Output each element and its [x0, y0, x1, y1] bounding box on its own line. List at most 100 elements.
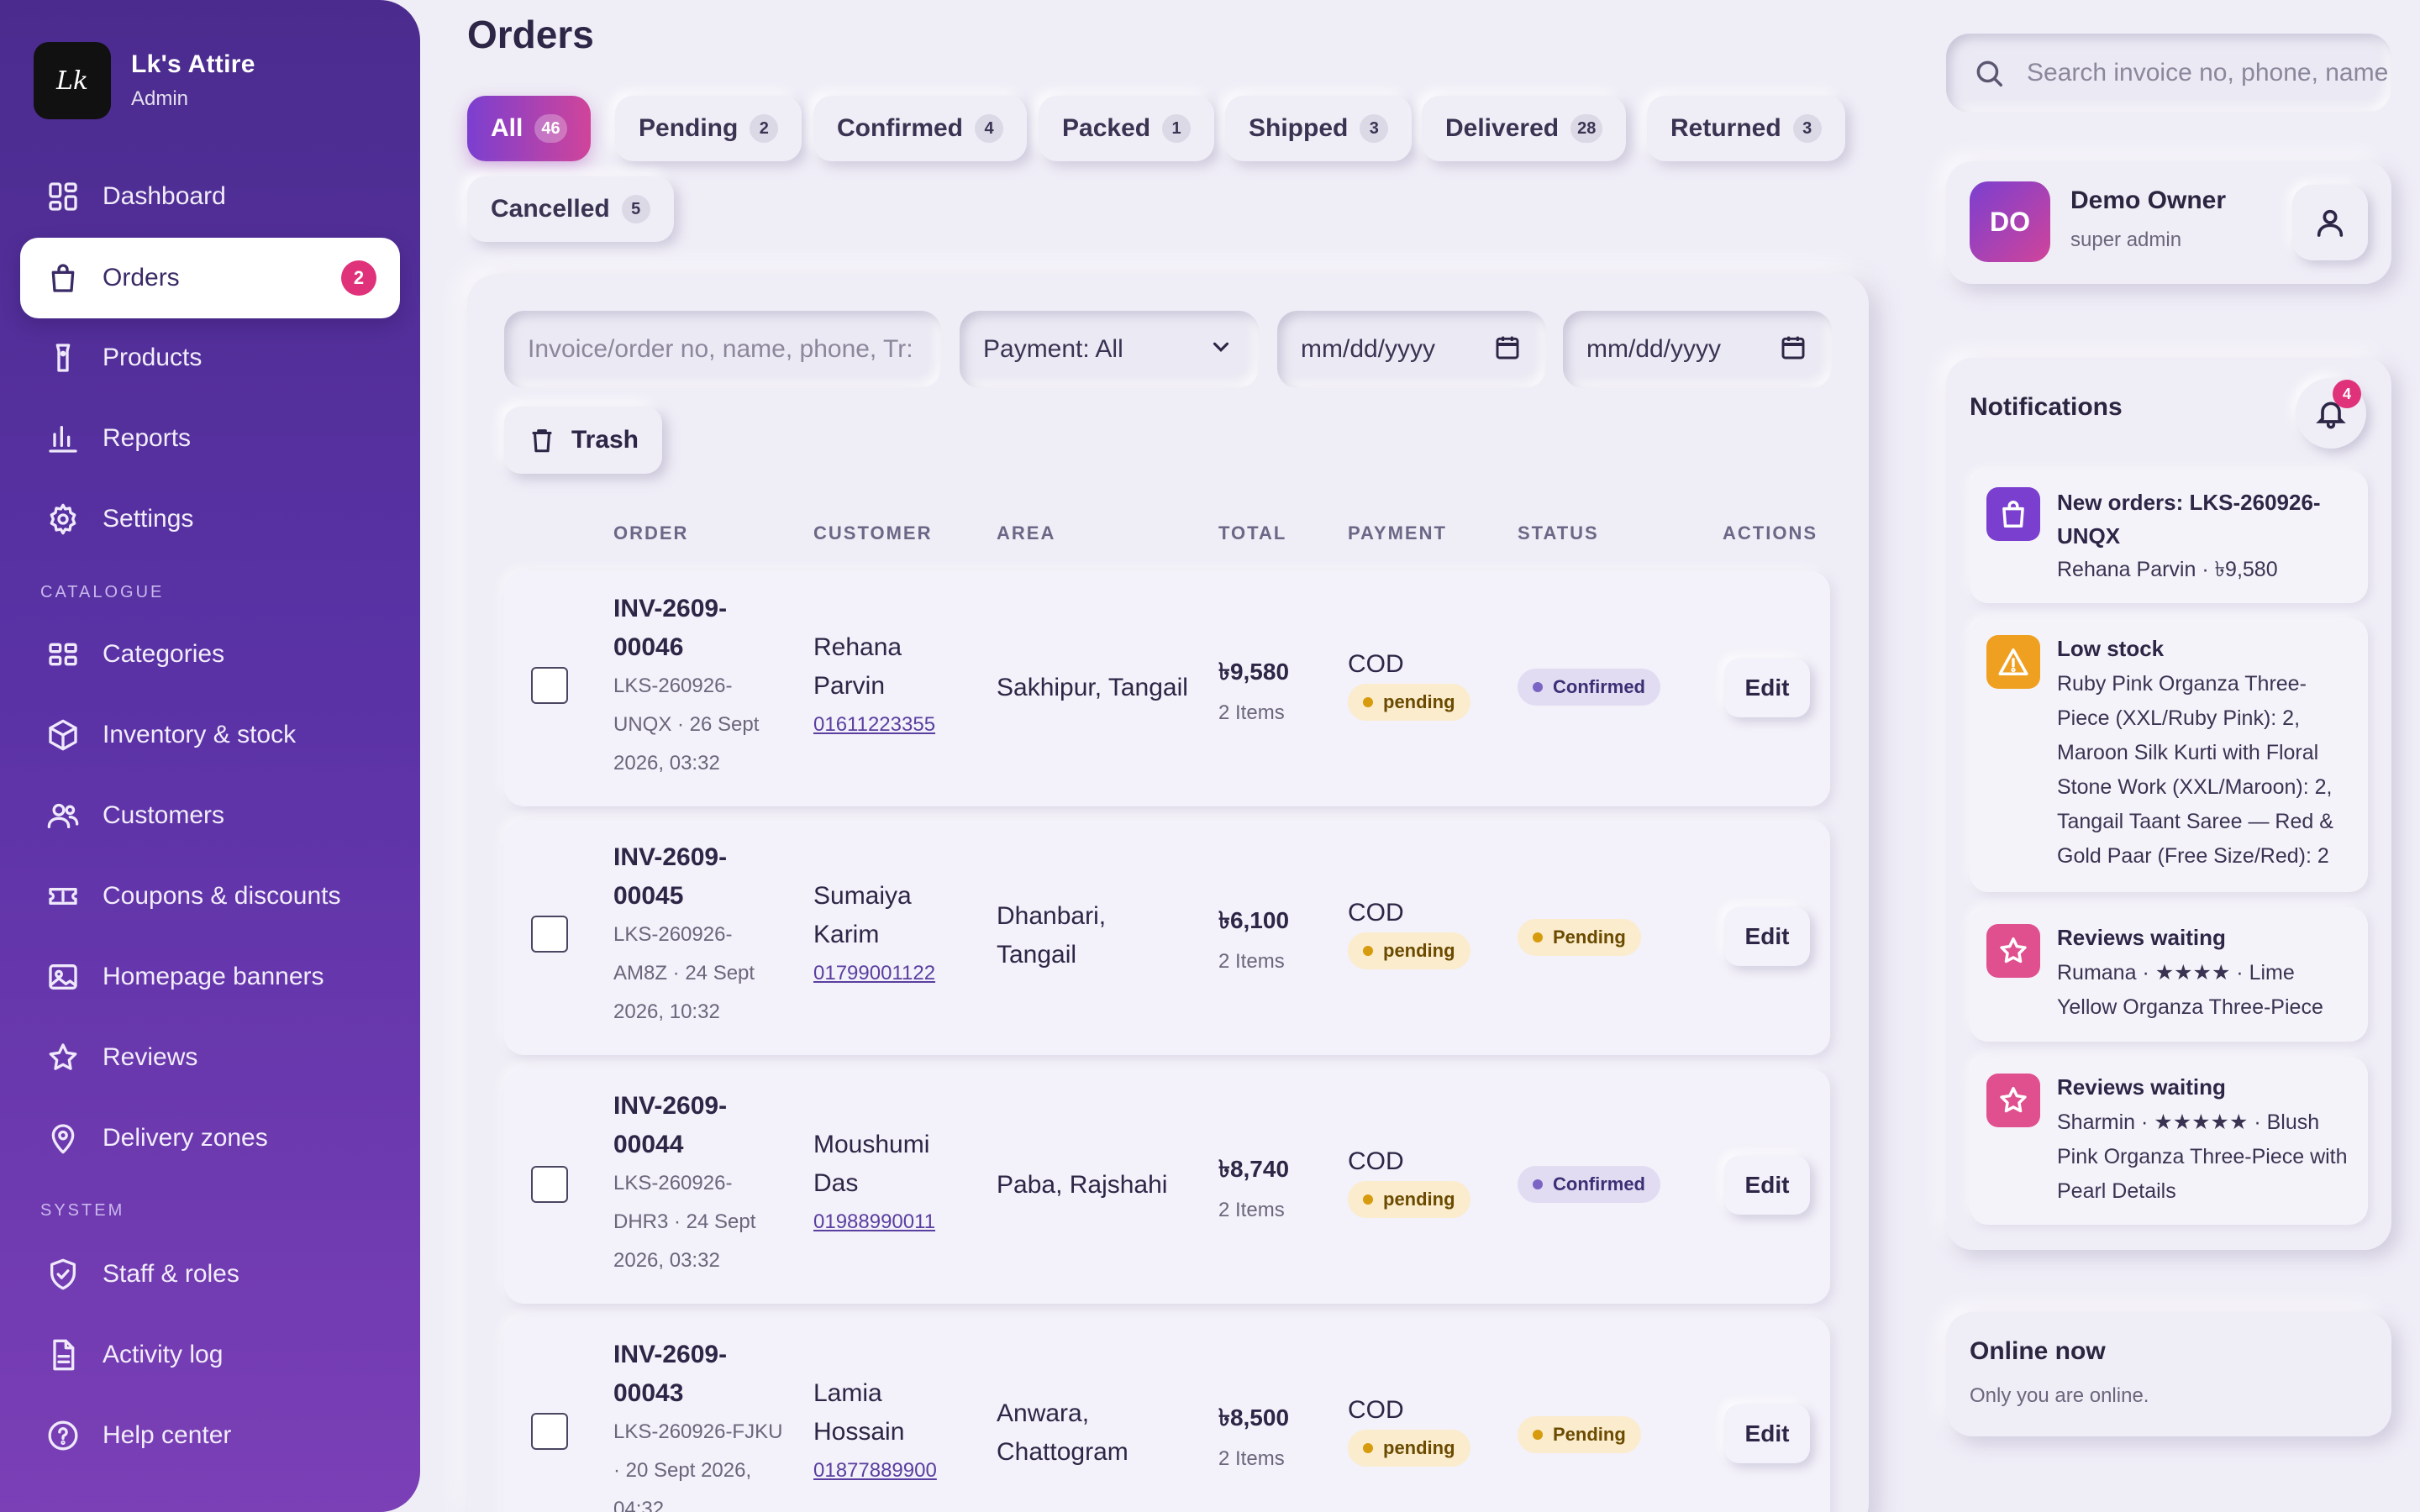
notification-item[interactable]: Low stock Ruby Pink Organza Three- Piece…	[1970, 618, 2368, 892]
global-search-input[interactable]: Search invoice no, phone, name	[1946, 34, 2391, 113]
status-badge: Pending	[1518, 1416, 1641, 1453]
row-checkbox[interactable]	[531, 1413, 568, 1450]
sidebar-item-delivery-zones[interactable]: Delivery zones	[20, 1098, 400, 1179]
edit-button[interactable]: Edit	[1724, 1404, 1810, 1463]
brand[interactable]: Lk Lk's Attire Admin	[34, 42, 255, 119]
tab-confirmed[interactable]: Confirmed 4	[813, 96, 1027, 161]
invoice-number[interactable]: INV-2609- 00044	[613, 1087, 790, 1164]
date-to-value: mm/dd/yyyy	[1586, 335, 1722, 363]
customer-phone-link[interactable]: 01799001122	[813, 954, 935, 993]
order-total: ৳8,500	[1218, 1404, 1290, 1431]
profile-button[interactable]	[2292, 185, 2368, 260]
tab-count: 2	[750, 114, 779, 143]
edit-button[interactable]: Edit	[1724, 907, 1810, 966]
sidebar-item-settings[interactable]: Settings	[20, 479, 400, 559]
column-header-customer[interactable]: CUSTOMER	[813, 522, 933, 544]
brand-logo: Lk	[34, 42, 111, 119]
payment-status-badge: pending	[1348, 684, 1470, 721]
warning-icon	[1986, 635, 2040, 689]
column-header-area[interactable]: AREA	[997, 522, 1055, 544]
sidebar-item-categories[interactable]: Categories	[20, 614, 400, 695]
notification-item[interactable]: Reviews waiting Rumana · ★★★★ · Lime Yel…	[1970, 907, 2368, 1042]
sidebar-item-banners[interactable]: Homepage banners	[20, 937, 400, 1017]
page-title: Orders	[467, 13, 594, 56]
table-row[interactable]: INV-2609- 00044 LKS-260926- DHR3 · 24 Sept…	[504, 1068, 1830, 1304]
column-header-status[interactable]: STATUS	[1518, 522, 1599, 544]
shopping-bag-icon	[1986, 487, 2040, 541]
tab-returned[interactable]: Returned 3	[1647, 96, 1845, 161]
tab-label: Delivered	[1445, 114, 1560, 142]
customer-cell: Sumaiya Karim 01799001122	[813, 877, 935, 993]
tab-packed[interactable]: Packed 1	[1039, 96, 1215, 161]
column-header-payment[interactable]: PAYMENT	[1348, 522, 1447, 544]
tab-all[interactable]: All 46	[467, 96, 591, 161]
sidebar-item-products[interactable]: Products	[20, 318, 400, 398]
sidebar-item-customers[interactable]: Customers	[20, 775, 400, 856]
sidebar-item-activity-log[interactable]: Activity log	[20, 1315, 400, 1395]
area-cell: Anwara, Chattogram	[997, 1399, 1128, 1466]
invoice-number[interactable]: INV-2609- 00043	[613, 1336, 807, 1413]
shield-icon	[44, 1255, 82, 1294]
edit-button[interactable]: Edit	[1724, 659, 1810, 717]
payment-cell: COD pending	[1348, 899, 1470, 969]
area-cell: Dhanbari, Tangail	[997, 902, 1107, 969]
status-cell: Pending	[1518, 1416, 1641, 1453]
sidebar-item-coupons[interactable]: Coupons & discounts	[20, 856, 400, 937]
row-checkbox[interactable]	[531, 916, 568, 953]
sidebar-item-label: Dashboard	[103, 182, 226, 210]
sidebar-item-inventory[interactable]: Inventory & stock	[20, 695, 400, 775]
sidebar-item-orders[interactable]: Orders 2	[20, 238, 400, 318]
order-cell: INV-2609- 00044 LKS-260926- DHR3 · 24 Sept…	[613, 1087, 790, 1280]
customer-name: Sumaiya Karim	[813, 882, 912, 948]
table-row[interactable]: INV-2609- 00043 LKS-260926-FJKU · 20 Sept …	[504, 1317, 1830, 1512]
edit-button[interactable]: Edit	[1724, 1156, 1810, 1215]
item-count: 2 Items	[1218, 701, 1285, 724]
payment-filter-select[interactable]: Payment: All	[960, 311, 1259, 388]
notification-text: Rehana Parvin · ৳9,580	[2057, 558, 2278, 581]
customer-phone-link[interactable]: 01877889900	[813, 1452, 937, 1490]
sidebar-item-dashboard[interactable]: Dashboard	[20, 156, 400, 237]
sidebar-item-reviews[interactable]: Reviews	[20, 1017, 400, 1098]
row-checkbox[interactable]	[531, 1166, 568, 1203]
row-checkbox[interactable]	[531, 667, 568, 704]
customer-phone-link[interactable]: 01611223355	[813, 706, 935, 744]
help-icon	[44, 1416, 82, 1455]
sidebar-item-help-center[interactable]: Help center	[20, 1395, 400, 1476]
invoice-number[interactable]: INV-2609- 00046	[613, 590, 790, 667]
date-from-input[interactable]: mm/dd/yyyy	[1277, 311, 1546, 388]
trash-button[interactable]: Trash	[504, 407, 662, 474]
sidebar-item-label: Orders	[103, 264, 180, 291]
payment-cell: COD pending	[1348, 1396, 1470, 1467]
tab-label: Shipped	[1249, 114, 1349, 142]
order-meta: LKS-260926- AM8Z · 24 Sept 2026, 10:32	[613, 923, 755, 1023]
order-search-input[interactable]: Invoice/order no, name, phone, Tr:	[504, 311, 941, 388]
notifications-title: Notifications	[1970, 393, 2123, 421]
customer-cell: Lamia Hossain 01877889900	[813, 1374, 937, 1490]
tab-label: Cancelled	[491, 195, 610, 223]
tab-delivered[interactable]: Delivered 28	[1422, 96, 1627, 161]
tab-shipped[interactable]: Shipped 3	[1225, 96, 1413, 161]
sidebar-item-reports[interactable]: Reports	[20, 398, 400, 479]
tab-cancelled[interactable]: Cancelled 5	[467, 176, 674, 242]
tab-label: Confirmed	[837, 114, 963, 142]
table-row[interactable]: INV-2609- 00046 LKS-260926- UNQX · 26 Sept…	[504, 571, 1830, 806]
item-count: 2 Items	[1218, 950, 1285, 973]
user-name: Demo Owner	[2070, 186, 2227, 214]
column-header-total[interactable]: TOTAL	[1218, 522, 1286, 544]
notifications-bell-button[interactable]: 4	[2296, 378, 2366, 449]
payment-method: COD	[1348, 650, 1404, 678]
tab-pending[interactable]: Pending 2	[615, 96, 802, 161]
column-header-order[interactable]: ORDER	[613, 522, 688, 544]
area-cell: Paba, Rajshahi	[997, 1171, 1168, 1199]
payment-cell: COD pending	[1348, 650, 1470, 721]
notification-item[interactable]: Reviews waiting Sharmin · ★★★★★ · Blush …	[1970, 1057, 2368, 1225]
online-title: Online now	[1970, 1337, 2106, 1365]
sidebar-item-staff-roles[interactable]: Staff & roles	[20, 1234, 400, 1315]
invoice-number[interactable]: INV-2609- 00045	[613, 838, 790, 916]
date-to-input[interactable]: mm/dd/yyyy	[1563, 311, 1832, 388]
notification-title: Low stock	[2057, 636, 2165, 661]
table-row[interactable]: INV-2609- 00045 LKS-260926- AM8Z · 24 Sept…	[504, 820, 1830, 1055]
customer-phone-link[interactable]: 01988990011	[813, 1203, 935, 1242]
sidebar-item-label: Coupons & discounts	[103, 882, 341, 910]
notification-item[interactable]: New orders: LKS-260926-UNQX Rehana Parvi…	[1970, 470, 2368, 603]
